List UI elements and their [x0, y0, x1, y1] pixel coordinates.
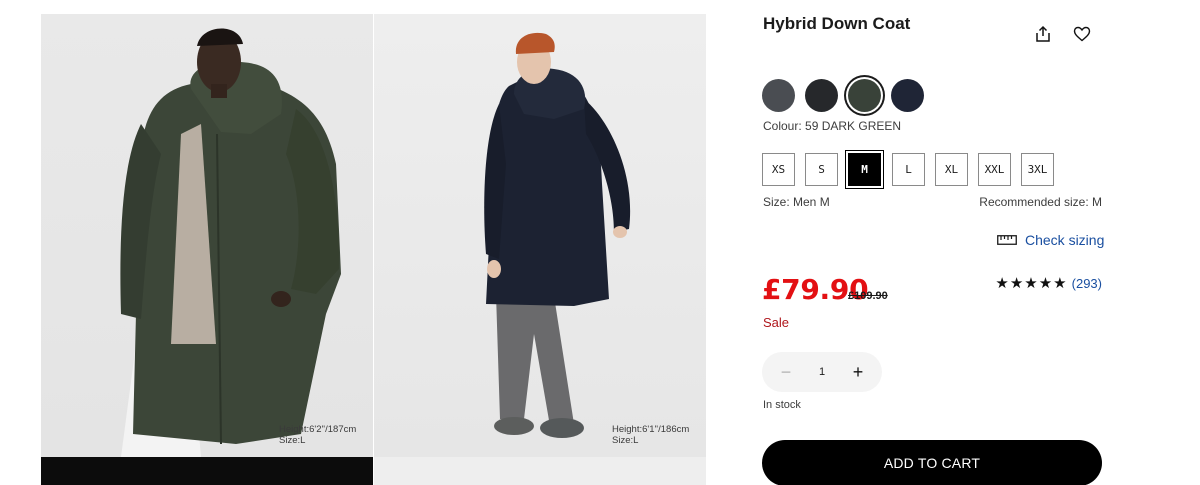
review-count-link[interactable]: (293): [1072, 276, 1102, 291]
original-price: £109.90: [848, 290, 888, 302]
favorite-button[interactable]: [1070, 22, 1094, 46]
model-height: Height:6'2''/187cm: [279, 424, 357, 435]
size-option-3xl[interactable]: 3XL: [1021, 153, 1054, 186]
size-option-xs[interactable]: XS: [762, 153, 795, 186]
ruler-icon: [997, 235, 1017, 245]
colour-swatch-grey[interactable]: [762, 79, 795, 112]
model-size-note: Height:6'1''/186cm Size:L: [612, 424, 689, 446]
model-size-note: Height:6'2''/187cm Size:L: [279, 424, 356, 446]
recommended-size: Recommended size: M: [979, 195, 1102, 209]
heart-icon: [1073, 26, 1091, 42]
size-option-xxl[interactable]: XXL: [978, 153, 1011, 186]
decrease-quantity-button[interactable]: −: [776, 362, 796, 382]
share-button[interactable]: [1031, 22, 1055, 46]
product-title: Hybrid Down Coat: [763, 14, 911, 33]
size-option-m[interactable]: M: [848, 153, 881, 186]
colour-swatch-black[interactable]: [805, 79, 838, 112]
colour-swatch-navy[interactable]: [891, 79, 924, 112]
stock-status: In stock: [763, 399, 801, 411]
model-size: Size:L: [279, 435, 306, 446]
product-photo-side[interactable]: Height:6'1''/186cm Size:L: [374, 14, 706, 457]
product-rating: ★★★★★ (293): [995, 274, 1102, 292]
colour-label: Colour: 59 DARK GREEN: [763, 119, 902, 133]
increase-quantity-button[interactable]: +: [848, 362, 868, 382]
size-option-l[interactable]: L: [892, 153, 925, 186]
product-photo-thumbnail[interactable]: [374, 457, 706, 485]
product-photo-thumbnail[interactable]: [41, 457, 373, 485]
check-sizing-link[interactable]: Check sizing: [997, 232, 1104, 248]
product-photo-front[interactable]: Height:6'2''/187cm Size:L: [41, 14, 373, 457]
colour-swatch-dark-green[interactable]: [848, 79, 881, 112]
quantity-value: 1: [818, 366, 826, 378]
size-label: Size: Men M: [763, 195, 830, 209]
model-figure-navy-coat: [484, 32, 631, 438]
sale-label: Sale: [763, 315, 790, 330]
quantity-stepper: − 1 +: [762, 352, 882, 392]
check-sizing-label: Check sizing: [1025, 232, 1105, 248]
add-to-cart-button[interactable]: ADD TO CART: [762, 440, 1102, 485]
size-option-s[interactable]: S: [805, 153, 838, 186]
model-height: Height:6'1''/186cm: [612, 424, 690, 435]
share-icon: [1036, 25, 1050, 42]
model-figure-green-coat: [120, 28, 341, 457]
size-option-xl[interactable]: XL: [935, 153, 968, 186]
model-size: Size:L: [612, 435, 639, 446]
rating-stars: ★★★★★: [995, 275, 1068, 292]
